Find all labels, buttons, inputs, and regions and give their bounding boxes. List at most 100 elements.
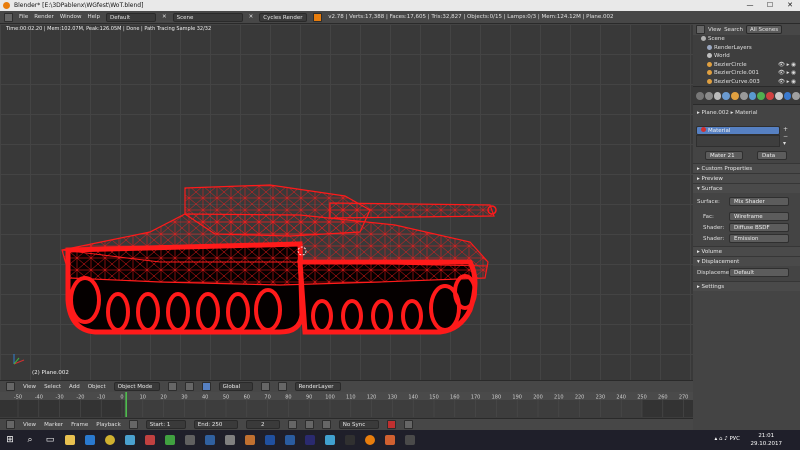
sync-dropdown[interactable]: No Sync: [338, 420, 379, 429]
end-frame-field[interactable]: End: 250: [193, 420, 238, 429]
world-tab-icon[interactable]: [722, 91, 730, 100]
app-icon[interactable]: [280, 430, 300, 450]
manipulator-icon[interactable]: [201, 382, 211, 391]
shader2-dropdown[interactable]: Emission: [729, 234, 789, 243]
task-view-icon[interactable]: ▭: [40, 430, 60, 450]
material-slot-list[interactable]: [696, 135, 780, 147]
viewport-editor-type-icon[interactable]: [6, 382, 15, 391]
outliner-row-renderlayers[interactable]: RenderLayers: [693, 44, 800, 53]
app-icon[interactable]: [220, 430, 240, 450]
render-engine-dropdown[interactable]: Cycles Render: [259, 12, 308, 22]
app-icon[interactable]: [340, 430, 360, 450]
surface-shader-dropdown[interactable]: Mix Shader: [729, 197, 789, 206]
edge-icon[interactable]: [80, 430, 100, 450]
outliner-row-scene[interactable]: Scene: [693, 35, 800, 44]
material-slot-item[interactable]: Material: [696, 126, 780, 135]
layout-dropdown[interactable]: Default: [106, 12, 157, 22]
scene-dropdown[interactable]: Scene: [172, 12, 243, 22]
app-icon[interactable]: [400, 430, 420, 450]
jump-start-icon[interactable]: [287, 420, 297, 429]
menu-window[interactable]: Window: [60, 14, 82, 20]
outliner-tab-search[interactable]: Search: [724, 27, 743, 33]
pivot-point-icon[interactable]: [184, 382, 194, 391]
menu-select[interactable]: Select: [44, 384, 61, 390]
blender-taskbar-icon[interactable]: [360, 430, 380, 450]
start-frame-field[interactable]: Start: 1: [145, 420, 186, 429]
play-icon[interactable]: [304, 420, 314, 429]
app-icon[interactable]: [160, 430, 180, 450]
app-icon[interactable]: [300, 430, 320, 450]
shader1-dropdown[interactable]: Diffuse BSDF: [729, 223, 789, 232]
constraints-tab-icon[interactable]: [739, 91, 748, 100]
panel-settings[interactable]: ▸ Settings: [693, 281, 800, 291]
app-icon[interactable]: [200, 430, 220, 450]
visibility-icons[interactable]: 👁 ▸ ◉: [778, 69, 796, 78]
object-tab-icon[interactable]: [731, 91, 739, 100]
texture-tab-icon[interactable]: [774, 91, 783, 100]
render-tab-icon[interactable]: [696, 91, 704, 100]
fac-input-dropdown[interactable]: Wireframe: [729, 212, 789, 221]
app-icon[interactable]: [260, 430, 280, 450]
menu-add[interactable]: Add: [69, 384, 80, 390]
keying-set-icon[interactable]: [403, 420, 413, 429]
chrome-icon[interactable]: [100, 430, 120, 450]
outliner-display-mode-dropdown[interactable]: All Scenes: [745, 25, 783, 34]
outliner-row-beziercircle-001[interactable]: BezierCircle.001 👁 ▸ ◉: [693, 69, 800, 78]
particles-tab-icon[interactable]: [783, 91, 792, 100]
windows-start-icon[interactable]: ⊞: [0, 430, 20, 450]
jump-end-icon[interactable]: [321, 420, 331, 429]
range-icon[interactable]: [128, 420, 138, 429]
minimize-button[interactable]: —: [740, 0, 760, 11]
timeline-menu-view[interactable]: View: [23, 422, 36, 428]
displacement-dropdown[interactable]: Default: [729, 268, 789, 277]
link-dropdown[interactable]: Data: [757, 151, 787, 160]
menu-view[interactable]: View: [23, 384, 36, 390]
data-tab-icon[interactable]: [757, 91, 765, 100]
explorer-icon[interactable]: [60, 430, 80, 450]
scene-tab-icon[interactable]: [713, 91, 722, 100]
panel-preview[interactable]: ▸ Preview: [693, 173, 800, 183]
render-layer-dropdown[interactable]: RenderLayer: [294, 382, 341, 391]
transform-orientation-dropdown[interactable]: Global: [218, 382, 253, 391]
material-tab-icon[interactable]: [766, 91, 774, 100]
menu-object[interactable]: Object: [88, 384, 106, 390]
physics-tab-icon[interactable]: [792, 91, 800, 100]
current-frame-field[interactable]: 2: [245, 420, 280, 429]
panel-custom-properties[interactable]: ▸ Custom Properties: [693, 163, 800, 173]
panel-surface[interactable]: ▾ Surface: [693, 183, 800, 193]
close-button[interactable]: ✕: [780, 0, 800, 11]
visibility-icons[interactable]: 👁 ▸ ◉: [778, 78, 796, 87]
menu-render[interactable]: Render: [34, 14, 54, 20]
scene-close-icon[interactable]: ✕: [249, 14, 254, 20]
maximize-button[interactable]: ☐: [760, 0, 780, 11]
outliner[interactable]: Scene RenderLayers World BezierCircle 👁 ▸…: [693, 35, 800, 87]
outliner-row-beziercurve-003[interactable]: BezierCurve.003 👁 ▸ ◉: [693, 78, 800, 87]
language-indicator[interactable]: РУС: [729, 436, 740, 442]
snap-icon[interactable]: [277, 382, 287, 391]
layout-add-icon[interactable]: ✕: [162, 14, 167, 20]
outliner-editor-type-icon[interactable]: [696, 25, 705, 34]
menu-help[interactable]: Help: [88, 14, 101, 20]
timeline-menu-playback[interactable]: Playback: [96, 422, 121, 428]
app-icon[interactable]: [140, 430, 160, 450]
search-icon[interactable]: ⌕: [20, 430, 40, 450]
outliner-row-world[interactable]: World: [693, 52, 800, 61]
shading-mode-icon[interactable]: [167, 382, 177, 391]
timeline-menu-marker[interactable]: Marker: [44, 422, 63, 428]
panel-displacement[interactable]: ▾ Displacement: [693, 256, 800, 266]
editor-type-icon[interactable]: [4, 12, 13, 22]
properties-editor[interactable]: ▸ Plane.002 ▸ Material Material + − ▾ Mate…: [693, 105, 800, 430]
outliner-tab-view[interactable]: View: [708, 27, 721, 33]
app-icon[interactable]: [120, 430, 140, 450]
mode-dropdown[interactable]: Object Mode: [113, 382, 160, 391]
record-icon[interactable]: [386, 420, 396, 429]
panel-volume[interactable]: ▸ Volume: [693, 246, 800, 256]
taskbar-clock[interactable]: 21:01 29.10.2017: [751, 432, 783, 448]
app-icon[interactable]: [380, 430, 400, 450]
modifiers-tab-icon[interactable]: [748, 91, 757, 100]
app-icon[interactable]: [180, 430, 200, 450]
layers-icon[interactable]: [260, 382, 270, 391]
outliner-row-beziercircle[interactable]: BezierCircle 👁 ▸ ◉: [693, 61, 800, 70]
timeline-ruler[interactable]: -50 -40 -30 -20 -10 0 10 20 30 40 50 60 70 80 90 100 110…: [0, 392, 693, 417]
slot-add-remove-buttons[interactable]: + − ▾: [783, 126, 788, 147]
